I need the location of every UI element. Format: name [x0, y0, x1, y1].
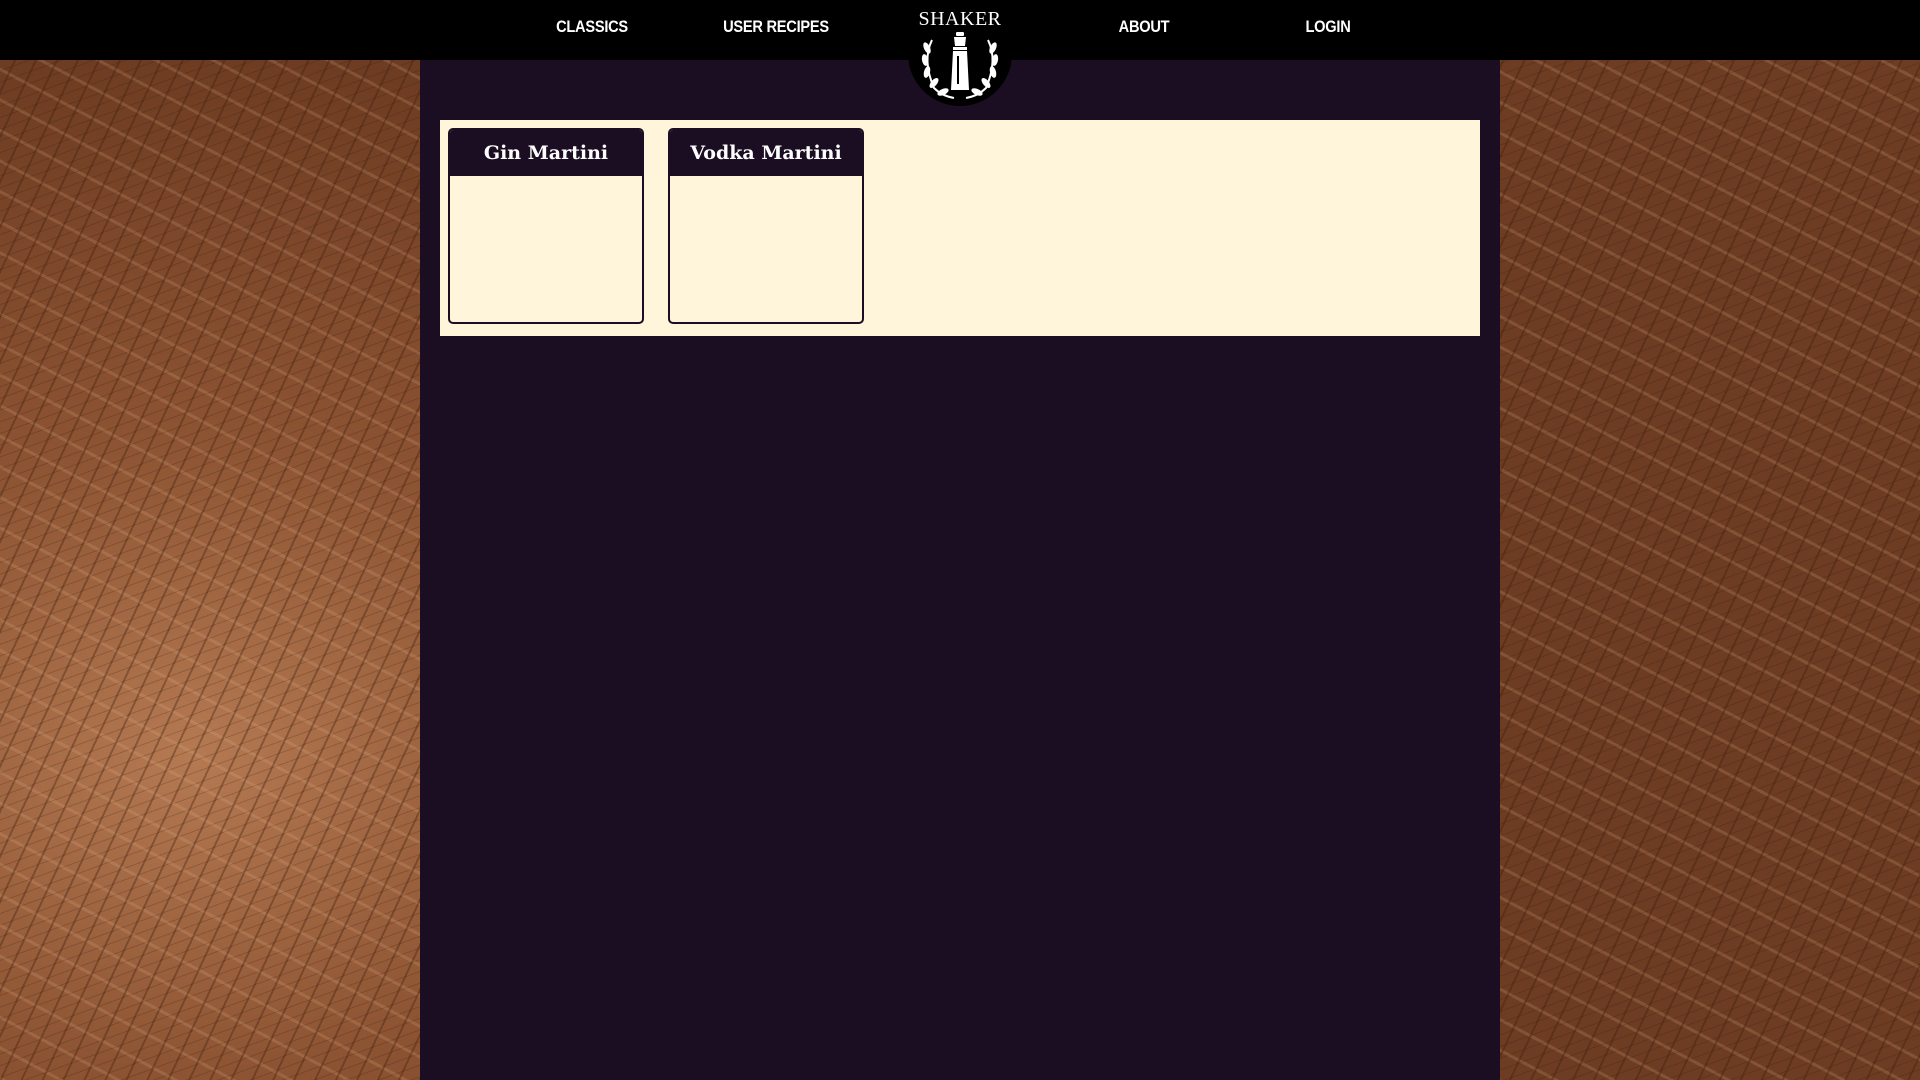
nav-link-classics[interactable]: CLASSICS	[540, 17, 643, 43]
nav-link-about[interactable]: ABOUT	[1092, 17, 1195, 43]
recipes-panel: Gin Martini Vodka Martini	[440, 120, 1480, 336]
cocktail-shaker-laurel-icon	[921, 32, 999, 99]
main-content: Gin Martini Vodka Martini	[420, 60, 1500, 1080]
recipe-card-title: Gin Martini	[450, 130, 642, 176]
recipe-card-title: Vodka Martini	[670, 130, 862, 176]
nav-link-login[interactable]: LOGIN	[1276, 17, 1379, 43]
shaker-logo[interactable]: SHAKER	[908, 0, 1012, 106]
page: { "nav": { "links": [ {"label": "CLASSIC…	[0, 0, 1920, 1080]
nav-link-user-recipes[interactable]: USER RECIPES	[716, 17, 836, 43]
recipe-card[interactable]: Vodka Martini	[668, 128, 864, 324]
recipe-card[interactable]: Gin Martini	[448, 128, 644, 324]
